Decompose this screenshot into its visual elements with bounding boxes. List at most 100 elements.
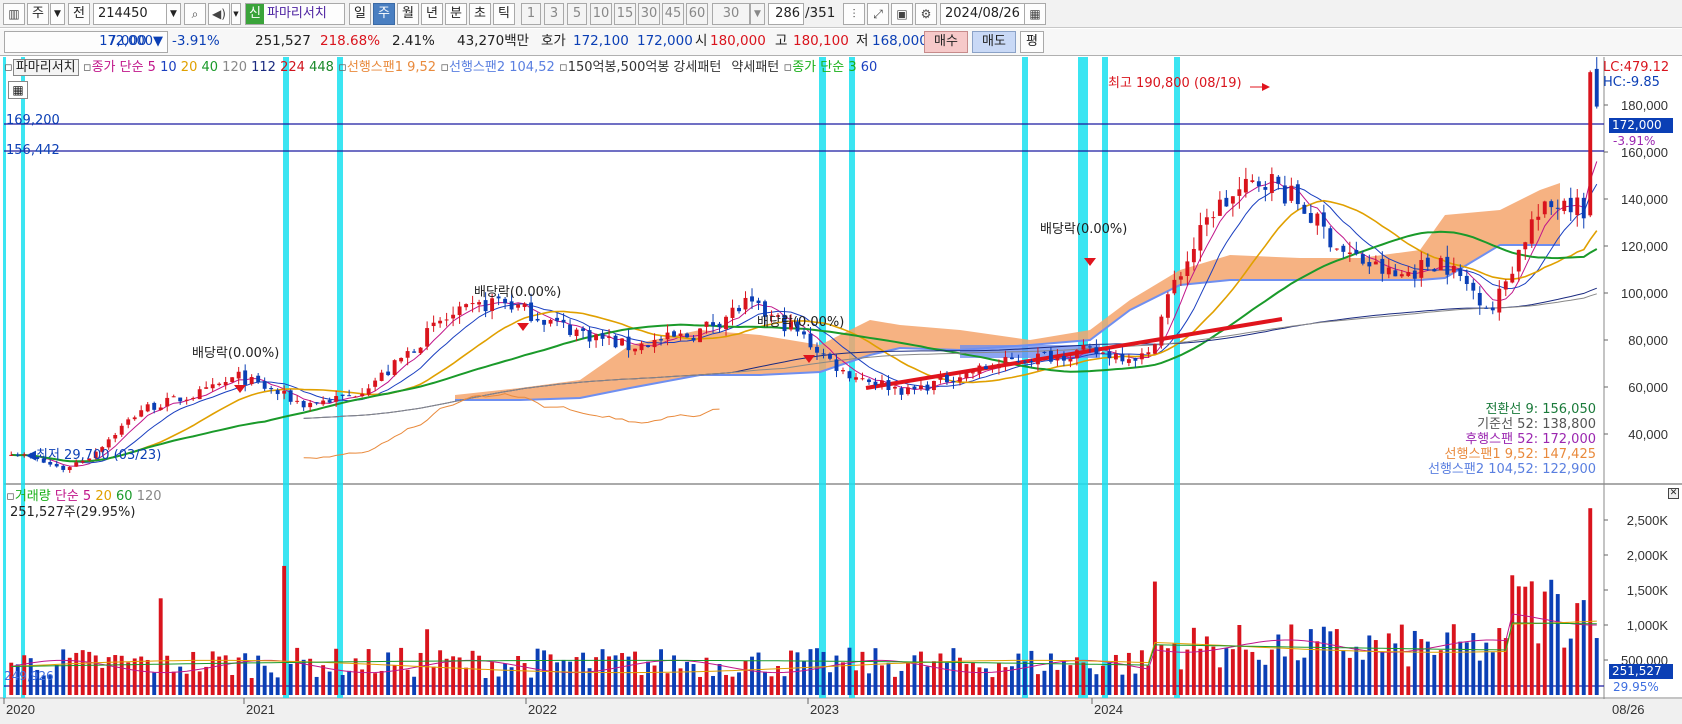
interval-1[interactable]: 1 xyxy=(521,3,541,25)
candle-body xyxy=(145,404,150,412)
candle-body xyxy=(340,394,345,396)
candle-body xyxy=(1256,181,1261,187)
speaker-icon[interactable]: ◀) xyxy=(208,3,230,25)
tab-month[interactable]: 월 xyxy=(397,3,419,25)
volume-bar xyxy=(581,652,586,695)
legend-ma-448[interactable]: 448 xyxy=(309,60,334,75)
legend-ma-20[interactable]: 20 xyxy=(181,60,198,75)
stock-name-field[interactable]: 신 파마리서치 xyxy=(245,3,345,25)
legend-strong-pattern[interactable]: 150억봉,500억봉 강세패턴 xyxy=(568,60,722,75)
volume-bar xyxy=(529,677,534,695)
candle-body xyxy=(327,400,332,403)
interval-45[interactable]: 45 xyxy=(662,3,684,25)
candle-body xyxy=(152,402,157,410)
legend-close-ma[interactable]: 종가 단순 5 xyxy=(92,60,156,75)
interval-5[interactable]: 5 xyxy=(567,3,587,25)
volume-bar xyxy=(165,655,170,695)
legend-ma-120[interactable]: 120 xyxy=(222,60,247,75)
volume-bar xyxy=(1282,656,1287,695)
candle-body xyxy=(1588,72,1593,216)
legend-ma-40[interactable]: 40 xyxy=(201,60,218,75)
panel-handle-icon[interactable]: ▫ xyxy=(4,60,13,75)
legend-volume-120[interactable]: 120 xyxy=(137,489,162,504)
candle-body xyxy=(652,339,657,348)
lc-label: LC:479.12 xyxy=(1603,60,1670,75)
legend-ma-10[interactable]: 10 xyxy=(160,60,177,75)
interval-10[interactable]: 10 xyxy=(590,3,612,25)
legend-volume-20[interactable]: 20 xyxy=(95,489,112,504)
tab-day[interactable]: 일 xyxy=(349,3,371,25)
window-icon[interactable]: ▥ xyxy=(3,3,25,25)
code-dropdown-icon[interactable]: ▼ xyxy=(166,3,181,25)
close-icon[interactable]: ✕ xyxy=(1668,488,1679,499)
legend-ma-112[interactable]: 112 xyxy=(251,60,276,75)
legend-volume-name[interactable]: 거래량 xyxy=(15,489,51,504)
legend-volume-ma[interactable]: 단순 5 xyxy=(55,489,91,504)
candle-body xyxy=(1009,357,1014,360)
candle-body xyxy=(1263,187,1268,190)
search-icon[interactable]: ⌕ xyxy=(184,3,206,25)
candle-body xyxy=(542,319,547,325)
volume-bar xyxy=(1100,665,1105,695)
tab-minute[interactable]: 분 xyxy=(445,3,467,25)
calendar-icon[interactable]: ▦ xyxy=(1024,3,1046,25)
tab-tick[interactable]: 틱 xyxy=(493,3,515,25)
save-icon[interactable]: ▣ xyxy=(891,3,913,25)
chart-type-icon[interactable]: ⫶ xyxy=(843,3,865,25)
candle-body xyxy=(1198,225,1203,251)
legend-volume-60[interactable]: 60 xyxy=(116,489,133,504)
tab-second[interactable]: 초 xyxy=(469,3,491,25)
buy-button[interactable]: 매수 xyxy=(924,31,968,53)
legend-span1[interactable]: 선행스팬1 9,52 xyxy=(347,60,436,75)
interval-input[interactable]: 30 xyxy=(712,3,750,25)
volume-bar xyxy=(1497,628,1502,695)
legend-ma3-60[interactable]: 60 xyxy=(861,60,878,75)
volume-bar xyxy=(1211,646,1216,695)
volume-bar xyxy=(1464,642,1469,695)
volume-bar xyxy=(860,651,865,695)
candle-body xyxy=(464,304,469,308)
candle-body xyxy=(119,425,124,435)
market-dropdown-icon[interactable]: ▼ xyxy=(50,3,65,25)
volume-bar xyxy=(509,667,514,695)
stock-chart[interactable]: 180,000160,000140,000120,000100,00080,00… xyxy=(0,57,1682,724)
volume-bar xyxy=(184,673,189,695)
candle-body xyxy=(996,363,1001,369)
interval-15[interactable]: 15 xyxy=(614,3,636,25)
grid-table-icon[interactable]: ▦ xyxy=(8,81,28,99)
candle-body xyxy=(1523,242,1528,250)
candle-body xyxy=(418,347,423,354)
date-input[interactable]: 2024/08/26 xyxy=(940,3,1026,25)
volume-bar xyxy=(1419,639,1424,695)
interval-dropdown-icon[interactable]: ▼ xyxy=(750,3,765,25)
candle-body xyxy=(1451,265,1456,273)
volume-bar xyxy=(197,671,202,695)
legend-close-ma3[interactable]: 종가 단순 3 xyxy=(792,60,856,75)
market-select[interactable]: 주 xyxy=(27,3,49,25)
interval-60[interactable]: 60 xyxy=(686,3,708,25)
candle-body xyxy=(912,386,917,390)
legend-span2[interactable]: 선행스팬2 104,52 xyxy=(449,60,555,75)
crosshair-icon[interactable]: ⤢ xyxy=(867,3,889,25)
candle-body xyxy=(516,304,521,308)
candle-body xyxy=(126,419,131,425)
count-input[interactable]: 286 xyxy=(768,3,804,25)
code-input[interactable]: 214450 xyxy=(93,3,167,25)
tab-week[interactable]: 주 xyxy=(373,3,395,25)
avg-button[interactable]: 평 xyxy=(1020,31,1044,53)
legend-weak-pattern[interactable]: 약세패턴 xyxy=(725,60,779,75)
tab-year[interactable]: 년 xyxy=(421,3,443,25)
volume-bar xyxy=(1139,650,1144,695)
candle-body xyxy=(1029,361,1034,363)
gear-icon[interactable]: ⚙ xyxy=(915,3,937,25)
prev-button[interactable]: 전 xyxy=(68,3,90,25)
sell-button[interactable]: 매도 xyxy=(972,31,1016,53)
interval-30[interactable]: 30 xyxy=(638,3,660,25)
speaker-dropdown-icon[interactable]: ▼ xyxy=(231,3,241,25)
legend-ma-224[interactable]: 224 xyxy=(280,60,305,75)
legend-stock-name[interactable]: 파마리서치 xyxy=(12,59,79,76)
volume-bar xyxy=(1126,652,1131,695)
interval-3[interactable]: 3 xyxy=(544,3,564,25)
volume-bar xyxy=(1237,625,1242,695)
candle-body xyxy=(223,382,228,386)
